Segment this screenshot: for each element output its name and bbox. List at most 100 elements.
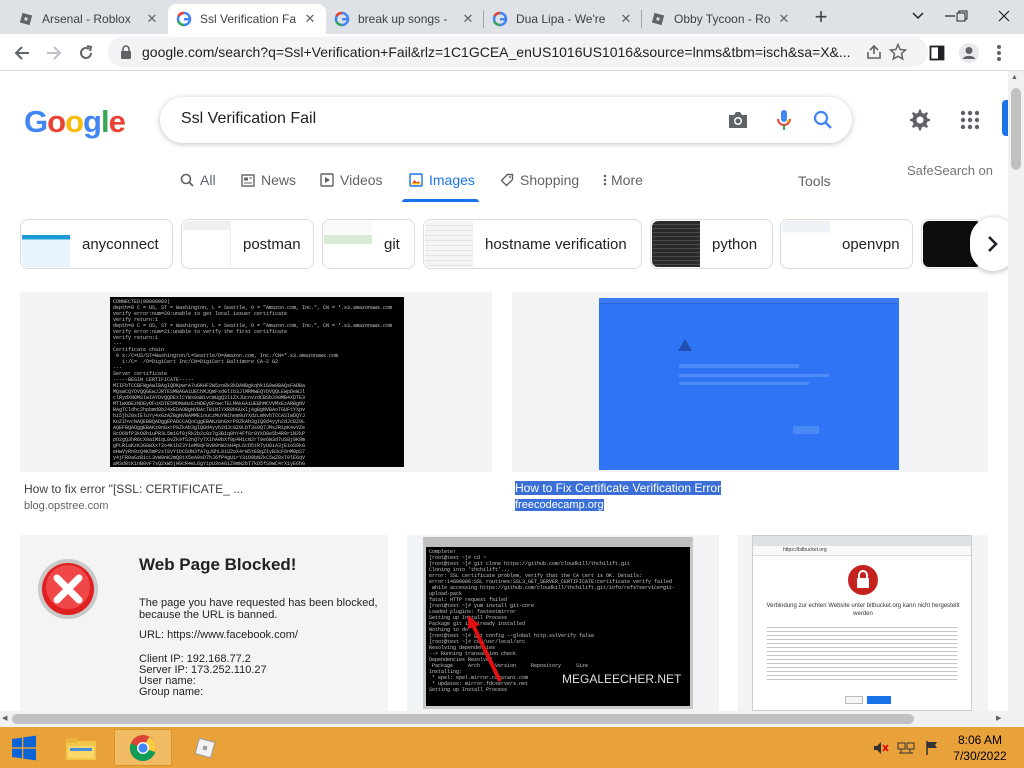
horizontal-scroll-thumb[interactable] bbox=[12, 714, 914, 724]
tab-dua-lipa[interactable]: Dua Lipa - We're ✕ bbox=[484, 4, 642, 34]
chrome-taskbar-icon[interactable] bbox=[114, 729, 172, 766]
tab-break-up-songs[interactable]: break up songs - ✕ bbox=[326, 4, 484, 34]
result-image-bitbucket[interactable]: https://bitbucket.org Verbindung zur ech… bbox=[752, 535, 972, 711]
group-name: Group name: bbox=[139, 686, 204, 698]
chip-anyconnect[interactable]: anyconnect bbox=[20, 219, 173, 269]
chip-thumbnail bbox=[652, 221, 700, 267]
close-icon[interactable]: ✕ bbox=[460, 11, 476, 27]
scroll-left-arrow[interactable]: ◀ bbox=[2, 714, 7, 722]
roblox-icon bbox=[650, 11, 666, 27]
back-button[interactable] bbox=[8, 39, 36, 67]
chip-label: git bbox=[384, 235, 400, 253]
roblox-taskbar-icon[interactable] bbox=[178, 727, 232, 768]
tab-videos[interactable]: Videos bbox=[320, 172, 383, 188]
clock[interactable]: 8:06 AM 7/30/2022 bbox=[950, 732, 1010, 764]
start-button[interactable] bbox=[0, 727, 48, 768]
tab-title: Arsenal - Roblox bbox=[42, 12, 131, 26]
chip-label: python bbox=[712, 235, 758, 253]
chip-openvpn[interactable]: openvpn bbox=[780, 219, 913, 269]
tab-label: More bbox=[611, 172, 643, 188]
browser-tabs bbox=[753, 536, 971, 546]
profile-avatar-icon[interactable] bbox=[958, 42, 980, 64]
result-image-freecodecamp[interactable] bbox=[599, 298, 899, 470]
tab-label: Shopping bbox=[520, 172, 580, 188]
tab-strip: Arsenal - Roblox ✕ Ssl Verification Fa ✕… bbox=[0, 0, 1024, 34]
lock-icon[interactable] bbox=[120, 45, 132, 64]
tab-arsenal-roblox[interactable]: Arsenal - Roblox ✕ bbox=[10, 4, 168, 34]
microphone-icon[interactable] bbox=[772, 108, 796, 132]
close-icon[interactable]: ✕ bbox=[302, 11, 318, 27]
tab-all[interactable]: All bbox=[180, 172, 216, 188]
search-icon bbox=[180, 173, 194, 187]
result-source[interactable]: blog.opstree.com bbox=[24, 500, 108, 512]
vertical-scroll-thumb[interactable] bbox=[1011, 88, 1021, 170]
logo-letter: e bbox=[108, 104, 126, 139]
chip-python[interactable]: python bbox=[650, 219, 773, 269]
tab-obby-tycoon[interactable]: Obby Tycoon - Ro ✕ bbox=[642, 4, 800, 34]
close-icon[interactable]: ✕ bbox=[776, 11, 792, 27]
result-image-terminal-megaleecher[interactable]: root@test: ~/hydra Complete! [root@test … bbox=[423, 537, 693, 709]
address-bar[interactable]: google.com/search?q=Ssl+Verification+Fai… bbox=[108, 37, 928, 67]
file-explorer-icon[interactable] bbox=[56, 727, 106, 768]
apps-grid-icon[interactable] bbox=[957, 107, 983, 133]
video-icon bbox=[320, 173, 334, 187]
browser-chrome bbox=[599, 298, 899, 304]
tab-divider bbox=[483, 10, 484, 28]
reload-button[interactable] bbox=[72, 39, 100, 67]
chip-thumbnail bbox=[324, 221, 372, 267]
url-text[interactable]: google.com/search?q=Ssl+Verification+Fai… bbox=[142, 44, 852, 60]
scroll-right-arrow[interactable]: ▶ bbox=[996, 714, 1001, 722]
close-window-button[interactable] bbox=[984, 0, 1024, 32]
tab-title: Ssl Verification Fa bbox=[200, 12, 296, 26]
tab-divider bbox=[641, 10, 642, 28]
result-source[interactable]: freecodecamp.org bbox=[515, 499, 604, 511]
search-box[interactable]: Ssl Verification Fail bbox=[160, 97, 852, 143]
flag-icon[interactable] bbox=[922, 727, 942, 768]
image-icon bbox=[409, 173, 423, 187]
settings-gear-icon[interactable] bbox=[907, 107, 933, 133]
tab-news[interactable]: News bbox=[241, 172, 296, 188]
tab-images[interactable]: Images bbox=[409, 172, 475, 188]
tab-title: Dua Lipa - We're bbox=[516, 12, 606, 26]
chip-thumbnail bbox=[183, 221, 231, 267]
chip-thumbnail bbox=[782, 221, 830, 267]
bitbucket-heading: Verbindung zur echten Website unter bitb… bbox=[766, 603, 960, 617]
search-icon[interactable] bbox=[811, 108, 835, 132]
close-icon[interactable]: ✕ bbox=[618, 11, 634, 27]
clock-date: 7/30/2022 bbox=[953, 749, 1007, 763]
chip-hostname-verification[interactable]: hostname verification bbox=[423, 219, 642, 269]
side-panel-icon[interactable] bbox=[926, 42, 948, 64]
chip-postman[interactable]: postman bbox=[181, 219, 314, 269]
scroll-up-arrow[interactable]: ▲ bbox=[1011, 74, 1018, 81]
tab-ssl-verification[interactable]: Ssl Verification Fa ✕ bbox=[168, 4, 326, 34]
tools-button[interactable]: Tools bbox=[798, 173, 831, 189]
result-title[interactable]: How to Fix Certificate Verification Erro… bbox=[515, 481, 722, 495]
camera-icon[interactable] bbox=[726, 108, 750, 132]
restore-button[interactable] bbox=[942, 0, 982, 32]
close-icon[interactable]: ✕ bbox=[144, 11, 160, 27]
search-query[interactable]: Ssl Verification Fail bbox=[181, 110, 316, 128]
result-image-ssl-terminal[interactable]: CONNECTED(00000003) depth=0 C = US, ST =… bbox=[110, 297, 404, 467]
new-tab-button[interactable]: + bbox=[809, 4, 833, 29]
chip-label: anyconnect bbox=[82, 235, 159, 253]
result-image-web-page-blocked[interactable]: Web Page Blocked! The page you have requ… bbox=[20, 535, 388, 711]
tab-label: Images bbox=[429, 172, 475, 188]
forward-button[interactable] bbox=[40, 39, 68, 67]
safesearch-status[interactable]: SafeSearch on bbox=[907, 163, 993, 178]
google-logo[interactable]: Google bbox=[24, 104, 126, 140]
volume-muted-icon[interactable] bbox=[872, 727, 890, 768]
tab-more[interactable]: More bbox=[603, 172, 643, 188]
network-icon[interactable] bbox=[896, 727, 916, 768]
advanced-button-shape bbox=[793, 426, 819, 434]
tab-title: break up songs - bbox=[358, 12, 448, 26]
bookmark-star-icon[interactable] bbox=[888, 42, 908, 62]
windows-logo-icon bbox=[12, 735, 36, 760]
share-icon[interactable] bbox=[864, 42, 884, 62]
tab-shopping[interactable]: Shopping bbox=[500, 172, 579, 188]
menu-dots-icon[interactable] bbox=[988, 42, 1010, 64]
continue-button-shape bbox=[867, 696, 891, 704]
chip-thumbnail bbox=[425, 221, 473, 267]
chip-git[interactable]: git bbox=[322, 219, 415, 269]
terminal-title: root@test: ~/hydra bbox=[446, 537, 488, 543]
result-title[interactable]: How to fix error "[SSL: CERTIFICATE_ ... bbox=[24, 482, 243, 496]
